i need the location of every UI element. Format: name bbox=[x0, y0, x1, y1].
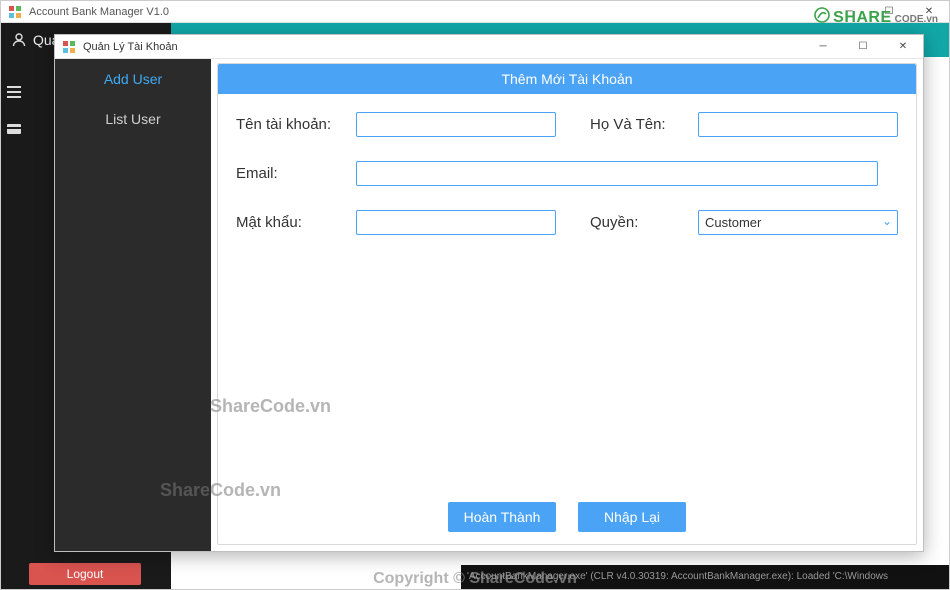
sidebar-item-list-user[interactable]: List User bbox=[55, 99, 211, 139]
hamburger-icon[interactable] bbox=[7, 85, 21, 101]
console-output: 'AccountBankManager.exe' (CLR v4.0.30319… bbox=[461, 565, 949, 589]
reset-button[interactable]: Nhập Lại bbox=[578, 502, 686, 532]
role-select[interactable]: Customer ⌄ bbox=[698, 210, 898, 235]
child-maximize-button[interactable]: ☐ bbox=[843, 36, 883, 58]
user-icon bbox=[11, 32, 27, 48]
sidebar-item-label: Add User bbox=[104, 71, 162, 87]
row-password-role: Mật khẩu: Quyền: Customer ⌄ bbox=[236, 210, 898, 235]
card-icon[interactable] bbox=[7, 123, 21, 137]
child-close-button[interactable]: ✕ bbox=[883, 36, 923, 58]
panel-header-text: Thêm Mới Tài Khoản bbox=[501, 71, 632, 87]
main-area: Thêm Mới Tài Khoản Tên tài khoản: Họ Và … bbox=[211, 59, 923, 551]
label-password: Mật khẩu: bbox=[236, 214, 348, 231]
parent-titlebar: Account Bank Manager V1.0 ─ ☐ ✕ bbox=[1, 1, 949, 23]
form-panel: Thêm Mới Tài Khoản Tên tài khoản: Họ Và … bbox=[217, 63, 917, 545]
console-text: 'AccountBankManager.exe' (CLR v4.0.30319… bbox=[467, 571, 888, 582]
child-title: Quản Lý Tài Khoản bbox=[83, 41, 178, 53]
logout-label: Logout bbox=[67, 567, 104, 581]
app-icon bbox=[7, 4, 23, 20]
full-name-input[interactable] bbox=[698, 112, 898, 137]
sidebar-item-label: List User bbox=[105, 111, 160, 127]
parent-close-button[interactable]: ✕ bbox=[909, 1, 949, 23]
complete-button[interactable]: Hoàn Thành bbox=[448, 502, 556, 532]
row-account-fullname: Tên tài khoản: Họ Và Tên: bbox=[236, 112, 898, 137]
parent-title: Account Bank Manager V1.0 bbox=[29, 6, 169, 18]
label-role: Quyền: bbox=[590, 214, 690, 231]
child-titlebar: Quản Lý Tài Khoản ─ ☐ ✕ bbox=[55, 35, 923, 59]
panel-header: Thêm Mới Tài Khoản bbox=[218, 64, 916, 94]
label-full-name: Họ Và Tên: bbox=[590, 116, 690, 133]
row-email: Email: bbox=[236, 161, 898, 186]
sidebar: Add User List User bbox=[55, 59, 211, 551]
child-minimize-button[interactable]: ─ bbox=[803, 36, 843, 58]
label-account-name: Tên tài khoản: bbox=[236, 116, 348, 133]
email-input[interactable] bbox=[356, 161, 878, 186]
form-area: Tên tài khoản: Họ Và Tên: Email: Mật khẩ… bbox=[218, 94, 916, 544]
parent-maximize-button[interactable]: ☐ bbox=[869, 1, 909, 23]
chevron-down-icon: ⌄ bbox=[882, 214, 892, 228]
child-body: Add User List User Thêm Mới Tài Khoản Tê… bbox=[55, 59, 923, 551]
child-app-icon bbox=[61, 39, 77, 55]
sidebar-item-add-user[interactable]: Add User bbox=[55, 59, 211, 99]
child-window: Quản Lý Tài Khoản ─ ☐ ✕ Add User List Us… bbox=[54, 34, 924, 552]
logout-button[interactable]: Logout bbox=[29, 563, 141, 585]
label-email: Email: bbox=[236, 165, 348, 182]
account-name-input[interactable] bbox=[356, 112, 556, 137]
parent-minimize-button[interactable]: ─ bbox=[829, 1, 869, 23]
complete-button-label: Hoàn Thành bbox=[464, 509, 541, 525]
role-select-value: Customer bbox=[698, 210, 898, 235]
button-row: Hoàn Thành Nhập Lại bbox=[218, 502, 916, 532]
password-input[interactable] bbox=[356, 210, 556, 235]
reset-button-label: Nhập Lại bbox=[604, 509, 660, 525]
